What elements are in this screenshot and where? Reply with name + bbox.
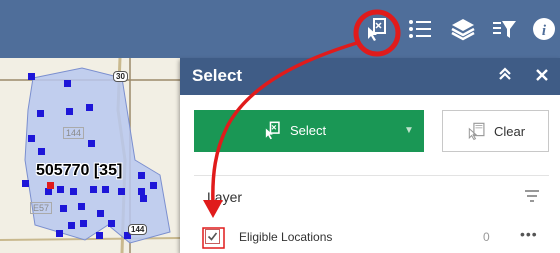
info-icon: i (533, 18, 555, 40)
ellipsis-icon: ••• (520, 226, 538, 242)
collapse-button[interactable] (498, 67, 512, 85)
filter-icon (493, 21, 516, 38)
select-button-label: Select (290, 123, 327, 138)
select-tool-icon (262, 120, 282, 143)
selected-marker (47, 182, 54, 189)
panel-header: Select (180, 58, 560, 95)
panel-title: Select (192, 66, 243, 85)
layer-name: Eligible Locations (239, 230, 333, 244)
filter-lines-icon (525, 190, 539, 202)
dropdown-caret-icon[interactable]: ▼ (404, 125, 414, 136)
list-icon (409, 20, 431, 38)
select-button[interactable]: Select ▼ (194, 110, 424, 152)
select-tool-icon (368, 18, 386, 41)
divider (194, 175, 549, 176)
road-label: 144 (63, 127, 85, 139)
close-icon (536, 69, 548, 81)
layers-button[interactable] (446, 12, 480, 46)
layer-row[interactable]: Eligible Locations 0 ••• (205, 226, 550, 250)
layer-heading: Layer (207, 189, 243, 205)
chevron-double-up-icon (499, 67, 511, 80)
clear-selection-icon (467, 121, 487, 144)
road-label: E57 (30, 202, 53, 214)
checkmark-icon (207, 232, 218, 241)
layers-icon (451, 19, 475, 41)
layer-checkbox[interactable] (205, 229, 220, 244)
feature-label: 505770 [35] (36, 162, 123, 179)
layer-count: 0 (483, 230, 490, 244)
more-options-button[interactable]: ••• (520, 226, 538, 242)
filter-button[interactable] (487, 12, 521, 46)
list-button[interactable] (403, 12, 437, 46)
toolbar: i (0, 0, 560, 58)
clear-button-label: Clear (494, 124, 526, 139)
close-button[interactable] (536, 68, 548, 85)
road-shield: 144 (128, 224, 148, 235)
road-shield: 30 (113, 71, 128, 82)
layer-options-button[interactable] (524, 188, 540, 209)
select-tool-button[interactable] (359, 12, 393, 46)
select-panel: Select Select ▼ Clear Layer Eligible Loc… (180, 58, 560, 253)
info-button[interactable]: i (527, 12, 560, 46)
clear-button[interactable]: Clear (442, 110, 549, 152)
